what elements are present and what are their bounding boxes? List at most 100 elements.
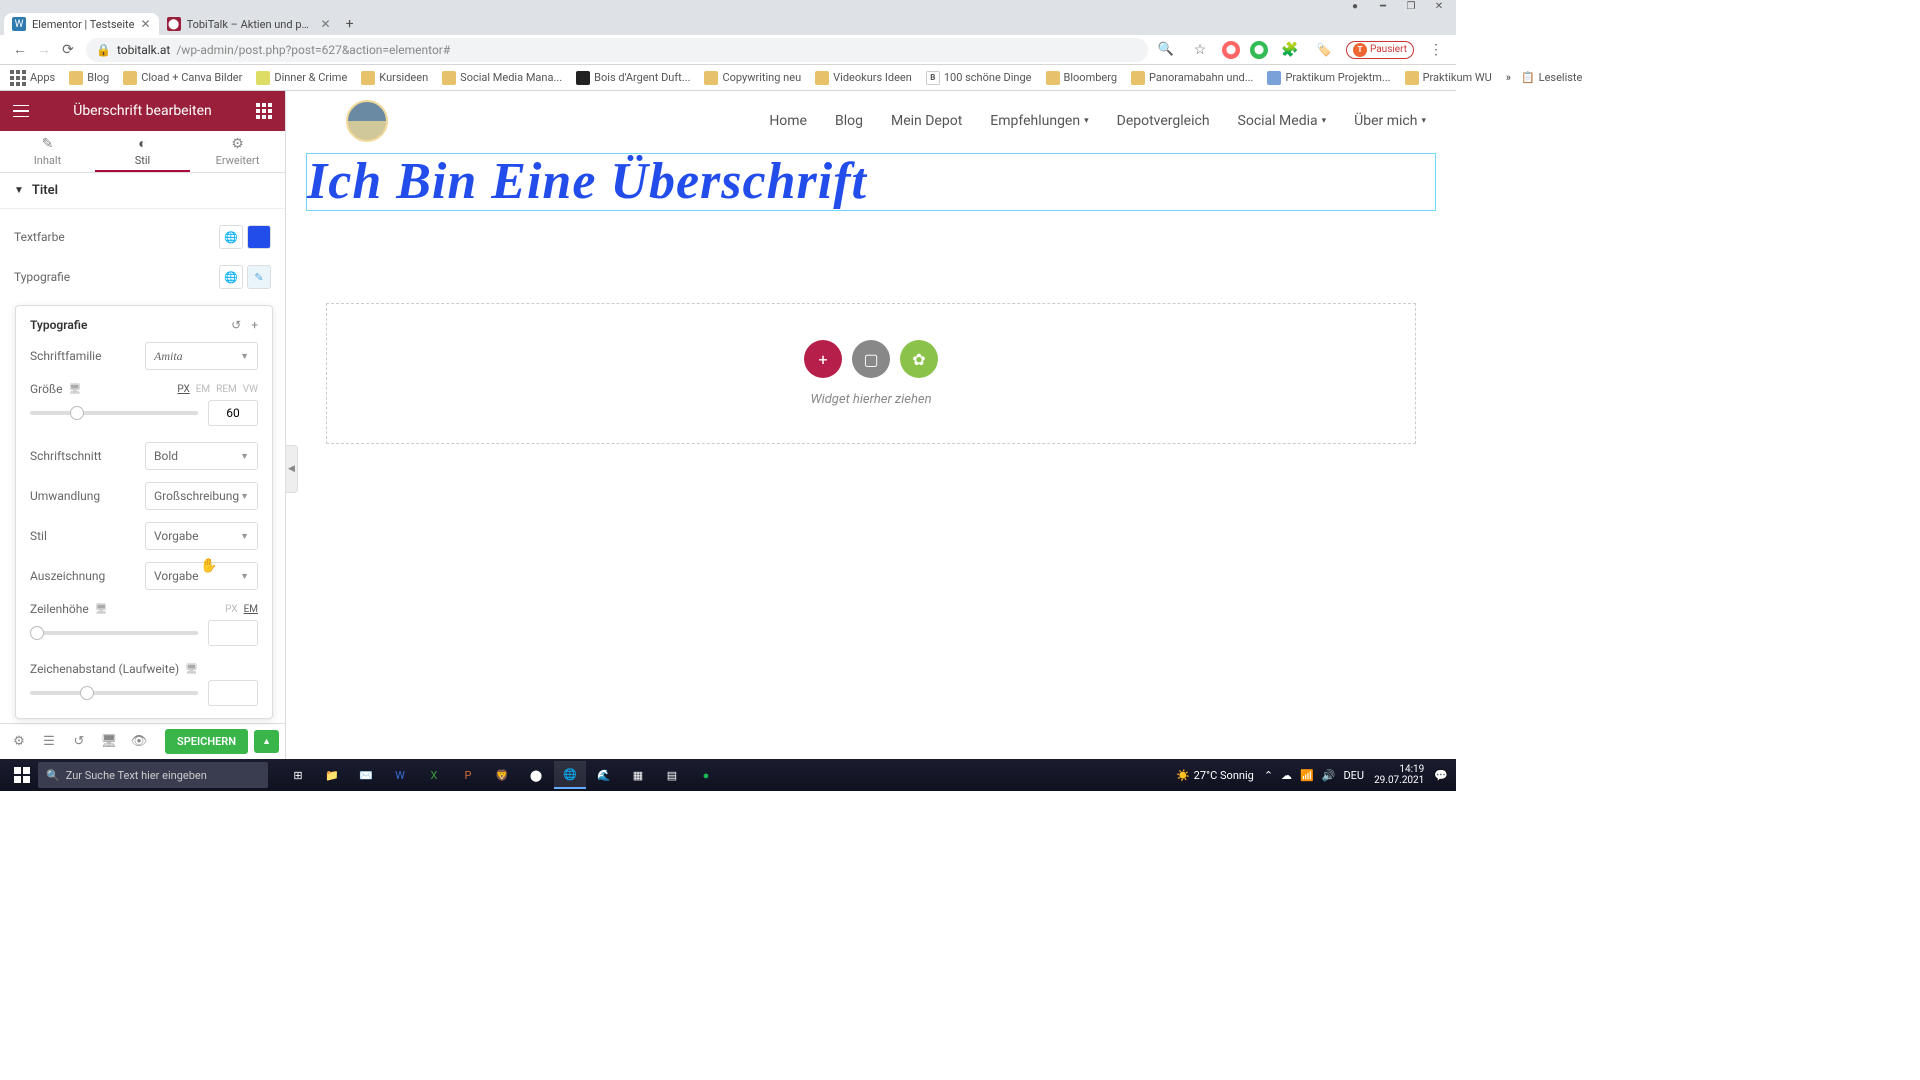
unit-px[interactable]: PX	[225, 604, 237, 615]
widgets-icon[interactable]	[253, 100, 275, 122]
extensions-icon[interactable]: 🧩	[1278, 38, 1302, 62]
zoom-icon[interactable]: 🔍	[1154, 38, 1178, 62]
globe-icon[interactable]: 🌐	[219, 225, 243, 249]
bookmark-item[interactable]: Kursideen	[361, 71, 428, 85]
edit-typography-button[interactable]: ✎	[247, 265, 271, 289]
nav-item-home[interactable]: Home	[769, 113, 807, 129]
history-icon[interactable]: ↺	[66, 729, 92, 755]
bookmark-item[interactable]: Blog	[69, 71, 109, 85]
bookmark-item[interactable]: Copywriting neu	[704, 71, 801, 85]
word-icon[interactable]: W	[384, 761, 416, 789]
back-button[interactable]: ←	[8, 38, 32, 62]
nav-item-blog[interactable]: Blog	[835, 113, 863, 129]
bookmark-item[interactable]: Cload + Canva Bilder	[123, 71, 242, 85]
address-bar[interactable]: 🔒 tobitalk.at/wp-admin/post.php?post=627…	[86, 38, 1148, 62]
bookmark-item[interactable]: Dinner & Crime	[256, 71, 347, 85]
preview-icon[interactable]: 👁	[126, 729, 152, 755]
transform-dropdown[interactable]: Großschreibung▼	[145, 482, 258, 510]
bookmark-item[interactable]: Panoramabahn und...	[1131, 71, 1253, 85]
lineheight-input[interactable]	[208, 620, 258, 646]
explorer-icon[interactable]: 📁	[316, 761, 348, 789]
bookmark-item[interactable]: Videokurs Ideen	[815, 71, 912, 85]
nav-item-depot[interactable]: Mein Depot	[891, 113, 962, 129]
reading-list-button[interactable]: 📋Leseliste	[1521, 71, 1582, 84]
tray-chevron-icon[interactable]: ⌃	[1264, 769, 1273, 782]
menu-icon[interactable]: ⋮	[1424, 38, 1448, 62]
bookmark-item[interactable]: Praktikum WU	[1405, 71, 1492, 85]
hamburger-icon[interactable]	[10, 100, 32, 122]
style-dropdown[interactable]: Vorgabe▼	[145, 522, 258, 550]
envato-button[interactable]: ✿	[900, 340, 938, 378]
weather-widget[interactable]: ☀️27°C Sonnig	[1176, 769, 1254, 782]
desktop-icon[interactable]: 🖥	[68, 384, 81, 395]
wallet-icon[interactable]: 🏷️	[1312, 38, 1336, 62]
app-icon[interactable]: ▤	[656, 761, 688, 789]
unit-em[interactable]: EM	[196, 384, 210, 395]
size-input[interactable]	[208, 400, 258, 426]
bookmark-item[interactable]: B100 schöne Dinge	[926, 71, 1032, 85]
add-section-button[interactable]: +	[804, 340, 842, 378]
heading-widget[interactable]: Ich Bin Eine Überschrift	[306, 153, 1436, 211]
slider-thumb[interactable]	[70, 406, 84, 420]
edge-icon[interactable]: 🌊	[588, 761, 620, 789]
spotify-icon[interactable]: ●	[690, 761, 722, 789]
browser-tab[interactable]: ⬤ TobiTalk – Aktien und persönlich... ✕	[159, 13, 339, 35]
font-family-dropdown[interactable]: Amita▼	[145, 342, 258, 370]
reload-button[interactable]: ⟳	[56, 38, 80, 62]
bookmarks-overflow[interactable]: »	[1506, 71, 1511, 84]
reset-icon[interactable]: ↺	[231, 318, 241, 332]
brave-icon[interactable]: 🦁	[486, 761, 518, 789]
collapse-sidebar-button[interactable]: ◀	[286, 445, 298, 493]
excel-icon[interactable]: X	[418, 761, 450, 789]
new-tab-button[interactable]: +	[339, 13, 361, 35]
ext-icon-2[interactable]: ⬤	[1250, 41, 1268, 59]
lineheight-slider[interactable]	[30, 631, 198, 635]
bookmark-apps[interactable]: Apps	[10, 70, 55, 86]
unit-vw[interactable]: VW	[243, 384, 258, 395]
site-logo[interactable]	[346, 100, 388, 142]
weight-dropdown[interactable]: Bold▼	[145, 442, 258, 470]
browser-tab-active[interactable]: W Elementor | Testseite ✕	[4, 13, 159, 35]
spacing-slider[interactable]	[30, 691, 198, 695]
slider-thumb[interactable]	[80, 686, 94, 700]
globe-icon[interactable]: 🌐	[219, 265, 243, 289]
nav-item-social[interactable]: Social Media▾	[1238, 113, 1327, 129]
profile-dot-icon[interactable]: ●	[1350, 1, 1360, 11]
win-maximize[interactable]: ❐	[1406, 1, 1416, 11]
responsive-icon[interactable]: 🖥	[96, 729, 122, 755]
star-icon[interactable]: ☆	[1188, 38, 1212, 62]
wifi-icon[interactable]: 📶	[1300, 769, 1314, 782]
unit-rem[interactable]: REM	[216, 384, 237, 395]
win-minimize[interactable]: ━	[1378, 1, 1388, 11]
tab-inhalt[interactable]: ✎Inhalt	[0, 131, 95, 172]
desktop-icon[interactable]: 🖥	[95, 604, 108, 615]
color-swatch[interactable]	[247, 225, 271, 249]
win-close[interactable]: ✕	[1434, 1, 1444, 11]
section-dropzone[interactable]: + ▢ ✿ Widget hierher ziehen	[326, 303, 1416, 444]
settings-icon[interactable]: ⚙	[6, 729, 32, 755]
nav-item-depotvergleich[interactable]: Depotvergleich	[1117, 113, 1210, 129]
mail-icon[interactable]: ✉️	[350, 761, 382, 789]
close-icon[interactable]: ✕	[321, 17, 331, 31]
onedrive-icon[interactable]: ☁	[1281, 769, 1292, 782]
navigator-icon[interactable]: ☰	[36, 729, 62, 755]
tab-stil[interactable]: ◐Stil	[95, 131, 190, 172]
powerpoint-icon[interactable]: P	[452, 761, 484, 789]
lang-indicator[interactable]: DEU	[1343, 769, 1364, 782]
bookmark-item[interactable]: Bois d'Argent Duft...	[576, 71, 690, 85]
section-header-titel[interactable]: ▼ Titel	[0, 173, 285, 209]
app-icon[interactable]: ▦	[622, 761, 654, 789]
nav-item-empfehlungen[interactable]: Empfehlungen▾	[990, 113, 1088, 129]
volume-icon[interactable]: 🔊	[1322, 769, 1336, 782]
clock[interactable]: 14:19 29.07.2021	[1374, 764, 1424, 786]
bookmark-item[interactable]: Bloomberg	[1046, 71, 1118, 85]
template-button[interactable]: ▢	[852, 340, 890, 378]
unit-switcher[interactable]: PX EM	[225, 604, 258, 615]
spacing-input[interactable]	[208, 680, 258, 706]
taskbar-search[interactable]: 🔍 Zur Suche Text hier eingeben	[38, 762, 268, 788]
start-button[interactable]	[8, 761, 36, 789]
nav-item-ueber[interactable]: Über mich▾	[1354, 113, 1426, 129]
taskview-icon[interactable]: ⊞	[282, 761, 314, 789]
obs-icon[interactable]: ⬤	[520, 761, 552, 789]
ext-icon-1[interactable]: ⬤	[1222, 41, 1240, 59]
